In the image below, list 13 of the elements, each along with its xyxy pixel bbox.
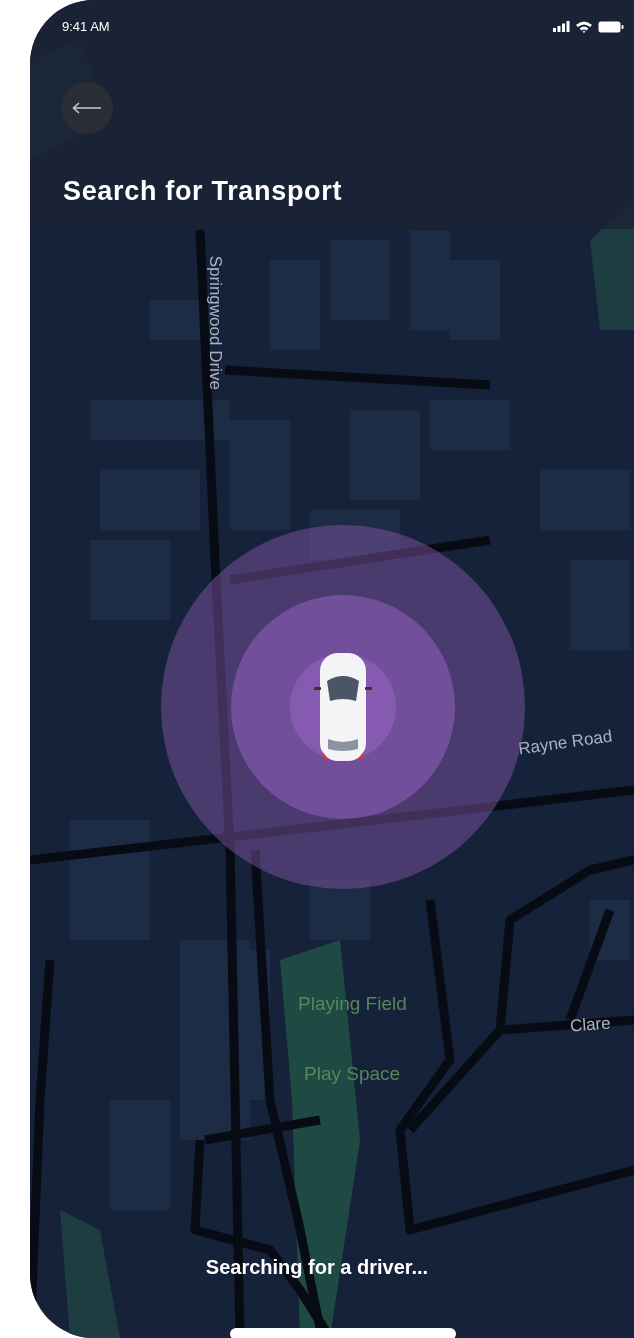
battery-icon [598, 20, 624, 33]
map-label: Playing Field [298, 992, 407, 1016]
back-arrow-icon [72, 101, 102, 114]
screen-title: Search for Transport [63, 174, 344, 208]
map-label: Clare [569, 1012, 612, 1038]
signal-icon [553, 21, 570, 33]
status-time: 9:41 AM [62, 18, 110, 36]
status-message: Searching for a driver... [205, 1255, 429, 1280]
map-label: Play Space [304, 1062, 401, 1086]
map-label: Rayne Road [516, 725, 614, 761]
car-icon [314, 651, 372, 763]
map-label: Springwood Drive [204, 255, 226, 390]
wifi-icon [576, 20, 592, 33]
